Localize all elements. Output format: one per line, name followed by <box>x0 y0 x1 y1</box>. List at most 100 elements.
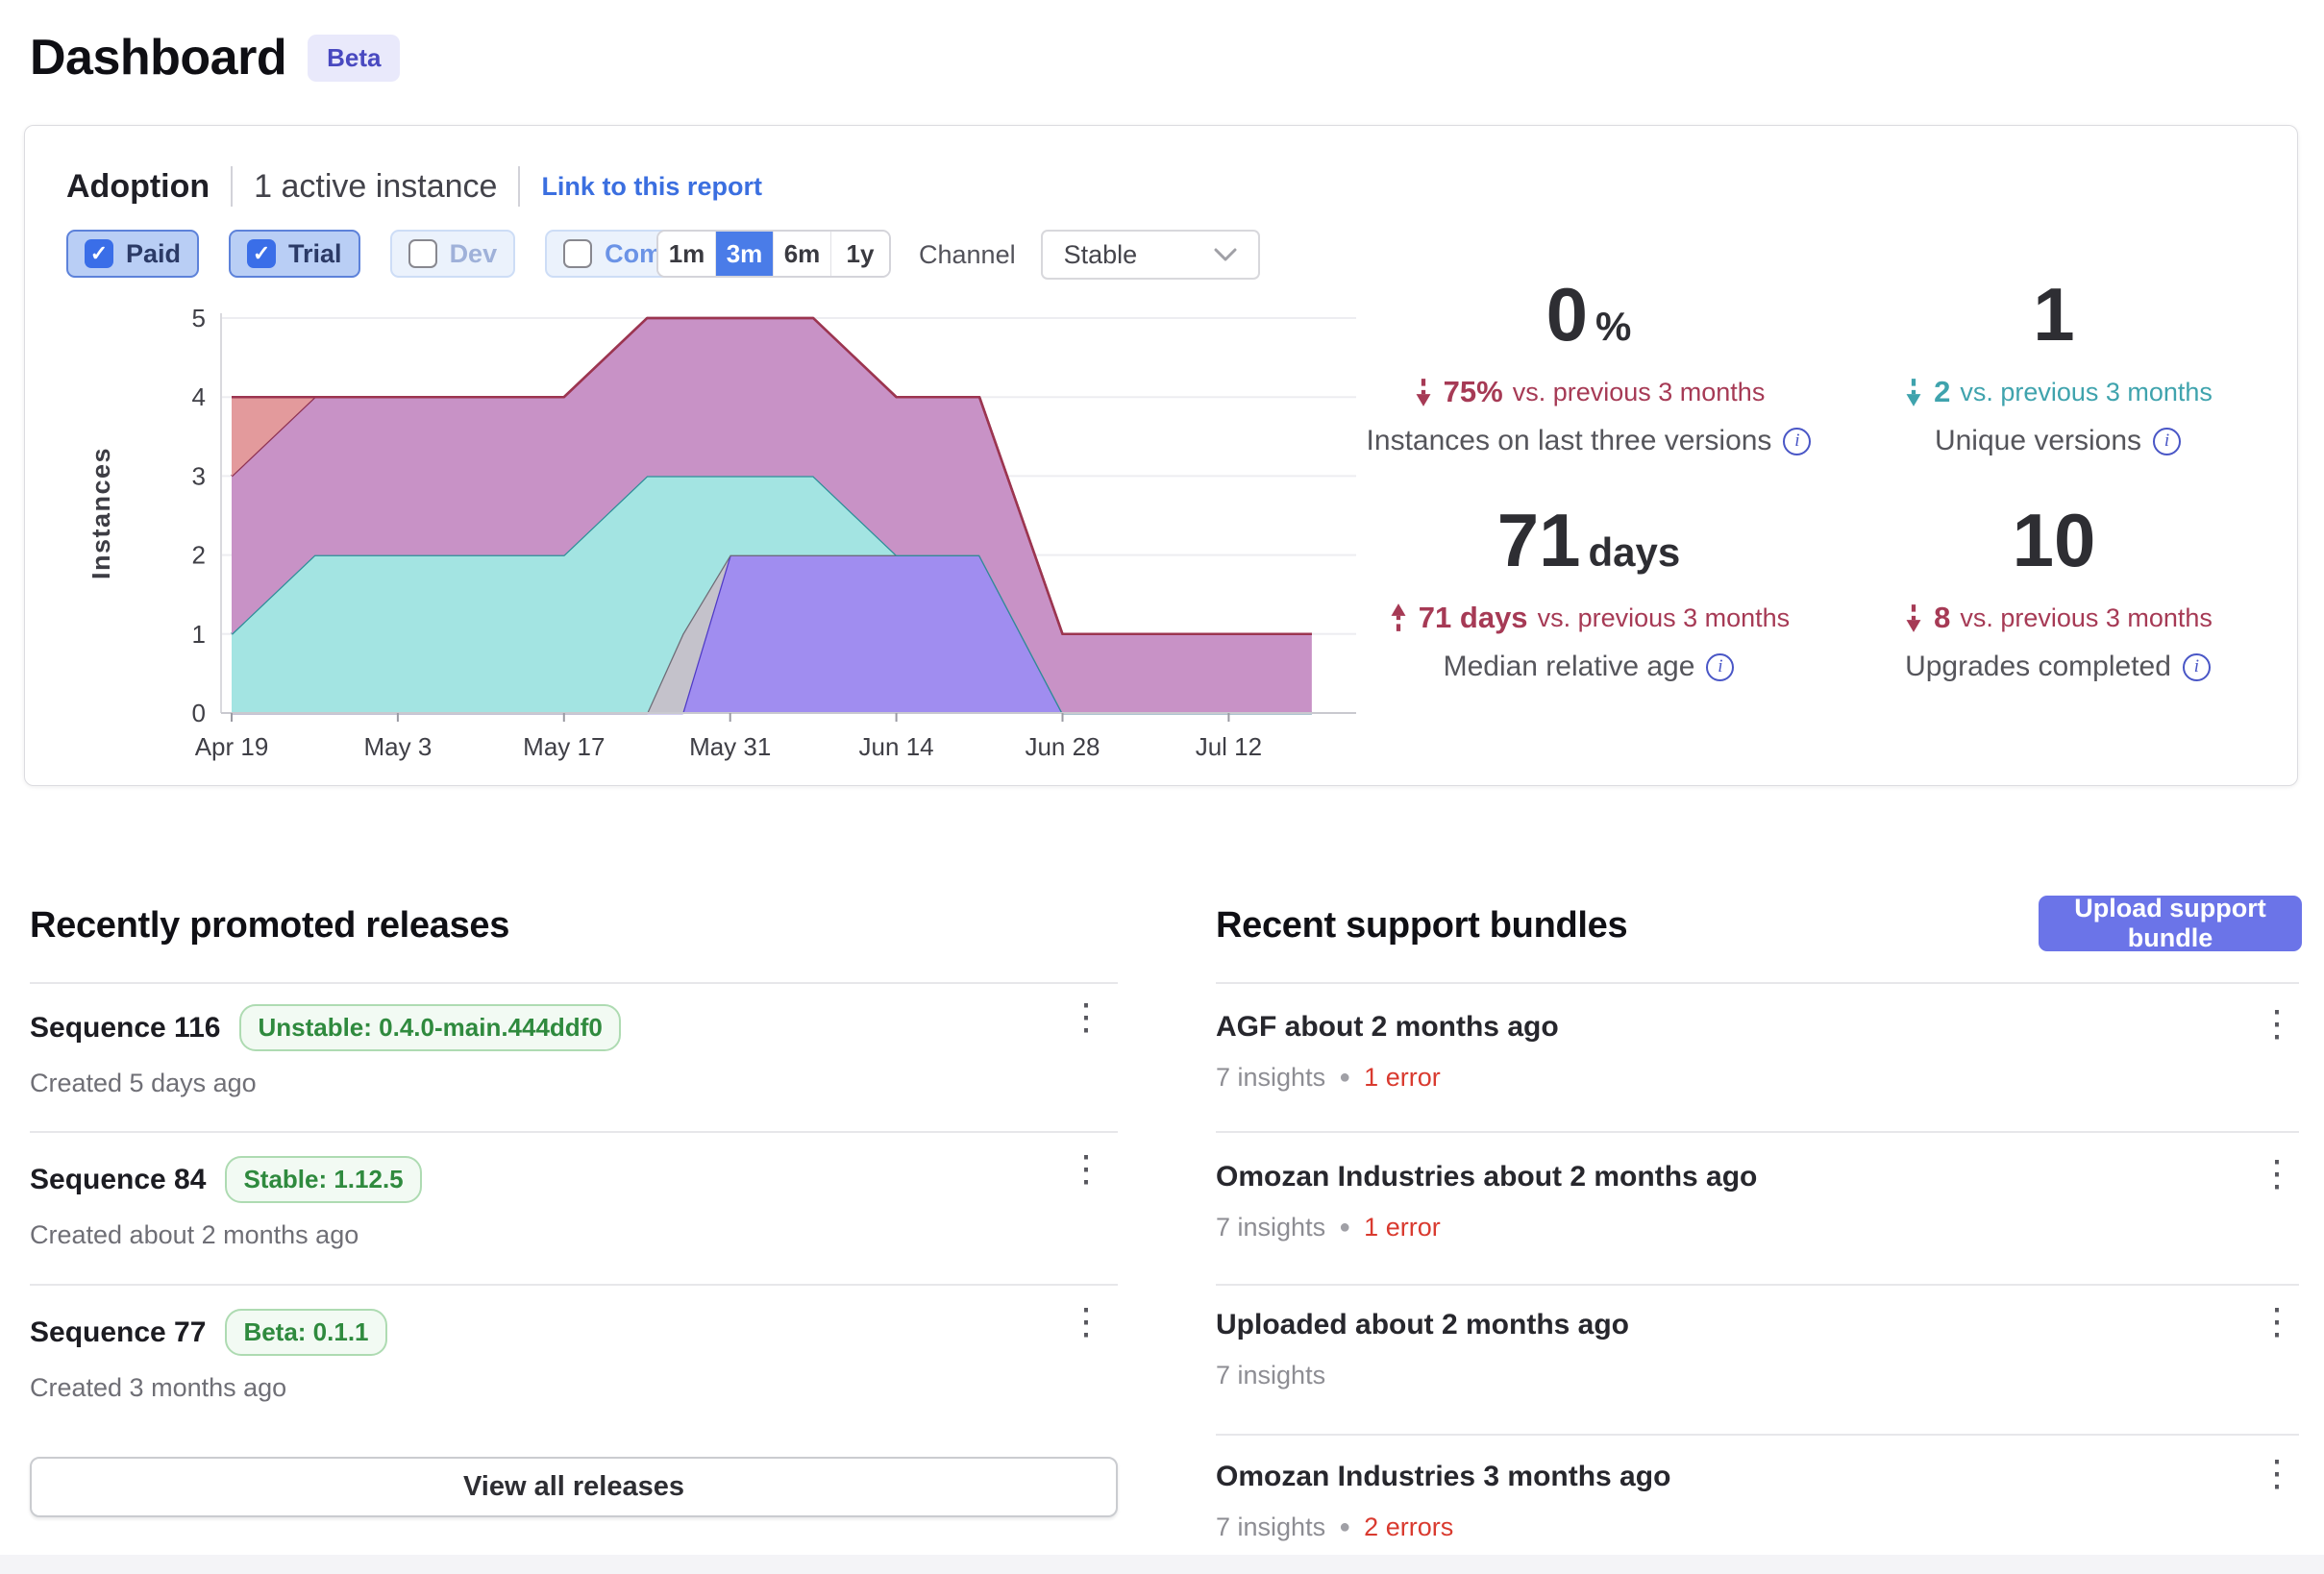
bundle-insights: 7 insights <box>1216 1213 1325 1242</box>
divider <box>30 1284 1118 1286</box>
stat-unit: % <box>1595 304 1631 350</box>
svg-text:5: 5 <box>192 304 206 332</box>
svg-text:Instances: Instances <box>92 447 115 579</box>
svg-text:May 3: May 3 <box>363 732 432 761</box>
kebab-menu-icon[interactable]: ⋮ <box>2259 1455 2295 1495</box>
svg-text:May 31: May 31 <box>689 732 771 761</box>
bundle-insights: 7 insights <box>1216 1361 1325 1390</box>
release-row-sequence-116[interactable]: Sequence 116 Unstable: 0.4.0-main.444ddf… <box>30 1004 1118 1098</box>
info-icon[interactable]: i <box>1783 428 1811 455</box>
trend-arrow-icon <box>1388 603 1409 633</box>
filter-chip-trial[interactable]: ✓ Trial <box>229 230 360 278</box>
bundles-heading: Recent support bundles <box>1216 905 1627 947</box>
trend-arrow-icon <box>1413 377 1434 407</box>
stat-value: 10 <box>2013 503 2096 578</box>
trend-arrow-icon <box>1903 603 1924 633</box>
active-instance-count: 1 active instance <box>254 168 497 206</box>
upload-support-bundle-button[interactable]: Upload support bundle <box>2039 896 2302 951</box>
stat-change-value: 8 <box>1934 601 1950 635</box>
bundle-row-uploaded[interactable]: Uploaded about 2 months ago 7 insights ⋮ <box>1216 1309 2299 1390</box>
filter-chip-paid[interactable]: ✓ Paid <box>66 230 199 278</box>
page-bottom-strip <box>0 1555 2324 1574</box>
stat-change: 2 vs. previous 3 months <box>1903 375 2213 409</box>
info-icon[interactable]: i <box>2183 653 2211 681</box>
kebab-menu-icon[interactable]: ⋮ <box>2259 1005 2295 1045</box>
filter-label: Paid <box>126 239 181 269</box>
bundle-title: Omozan Industries about 2 months ago <box>1216 1161 2299 1193</box>
svg-text:2: 2 <box>192 541 206 570</box>
channel-row: Channel Stable <box>919 230 1260 280</box>
stat-change-suffix: vs. previous 3 months <box>1960 378 2213 407</box>
stat-median-relative-age: 71 days 71 days vs. previous 3 months Me… <box>1354 491 1823 741</box>
adoption-title: Adoption <box>66 168 210 206</box>
release-channel-badge: Stable: 1.12.5 <box>225 1156 421 1203</box>
bundle-insights: 7 insights <box>1216 1063 1325 1093</box>
stat-change-suffix: vs. previous 3 months <box>1513 378 1766 407</box>
adoption-card: Adoption 1 active instance Link to this … <box>24 125 2298 786</box>
time-range-control: 1m 3m 6m 1y <box>656 230 891 278</box>
svg-text:1: 1 <box>192 620 206 649</box>
svg-text:Apr 19: Apr 19 <box>195 732 269 761</box>
release-row-sequence-77[interactable]: Sequence 77 Beta: 0.1.1 Created 3 months… <box>30 1309 1118 1403</box>
adoption-chart: Apr 19May 3May 17May 31Jun 14Jun 28Jul 1… <box>92 289 1380 775</box>
release-row-sequence-84[interactable]: Sequence 84 Stable: 1.12.5 Created about… <box>30 1156 1118 1250</box>
filter-label: Trial <box>288 239 342 269</box>
bundle-errors: 1 error <box>1364 1213 1441 1242</box>
trial-checkbox[interactable]: ✓ <box>247 239 276 268</box>
release-channel-badge: Unstable: 0.4.0-main.444ddf0 <box>239 1004 620 1051</box>
header-divider <box>518 166 520 207</box>
filter-label: Dev <box>450 239 498 269</box>
svg-text:0: 0 <box>192 699 206 727</box>
view-all-releases-button[interactable]: View all releases <box>30 1457 1118 1517</box>
range-1y[interactable]: 1y <box>831 232 889 276</box>
chevron-down-icon <box>1214 248 1237 261</box>
community-checkbox[interactable] <box>563 239 592 268</box>
dot-separator: ● <box>1339 1516 1350 1538</box>
adoption-chart-area: Apr 19May 3May 17May 31Jun 14Jun 28Jul 1… <box>92 289 1380 775</box>
header-divider <box>231 166 233 207</box>
page-title: Dashboard <box>30 29 286 86</box>
stat-label: Upgrades completed <box>1905 651 2171 683</box>
dashboard-page: Dashboard Beta Adoption 1 active instanc… <box>0 0 2324 1574</box>
stat-unit: days <box>1589 529 1681 576</box>
bundle-row-agf[interactable]: AGF about 2 months ago 7 insights ● 1 er… <box>1216 1011 2299 1093</box>
bundle-errors: 1 error <box>1364 1063 1441 1093</box>
releases-heading: Recently promoted releases <box>30 905 509 947</box>
kebab-menu-icon[interactable]: ⋮ <box>1068 998 1104 1039</box>
bundle-row-omozan-1[interactable]: Omozan Industries about 2 months ago 7 i… <box>1216 1161 2299 1242</box>
divider <box>1216 1434 2299 1436</box>
stat-label: Instances on last three versions <box>1367 425 1772 457</box>
svg-text:3: 3 <box>192 461 206 490</box>
channel-select[interactable]: Stable <box>1041 230 1260 280</box>
dev-checkbox[interactable] <box>408 239 437 268</box>
stat-change-value: 71 days <box>1419 601 1528 635</box>
bundle-errors: 2 errors <box>1364 1513 1453 1542</box>
kebab-menu-icon[interactable]: ⋮ <box>2259 1303 2295 1343</box>
trend-arrow-icon <box>1903 377 1924 407</box>
bundle-row-omozan-2[interactable]: Omozan Industries 3 months ago 7 insight… <box>1216 1461 2299 1542</box>
stat-change-suffix: vs. previous 3 months <box>1538 603 1791 633</box>
release-channel-badge: Beta: 0.1.1 <box>225 1309 386 1356</box>
link-to-report[interactable]: Link to this report <box>541 172 762 202</box>
paid-checkbox[interactable]: ✓ <box>85 239 113 268</box>
range-6m[interactable]: 6m <box>774 232 831 276</box>
kebab-menu-icon[interactable]: ⋮ <box>2259 1155 2295 1195</box>
kebab-menu-icon[interactable]: ⋮ <box>1068 1150 1104 1191</box>
info-icon[interactable]: i <box>1706 653 1734 681</box>
range-3m[interactable]: 3m <box>716 232 774 276</box>
stat-change-value: 75% <box>1444 375 1503 409</box>
channel-label: Channel <box>919 240 1016 270</box>
info-icon[interactable]: i <box>2153 428 2181 455</box>
svg-text:Jun 28: Jun 28 <box>1025 732 1100 761</box>
stat-unique-versions: 1 2 vs. previous 3 months Unique version… <box>1823 265 2292 491</box>
release-created: Created 5 days ago <box>30 1069 1118 1098</box>
bundle-insights: 7 insights <box>1216 1513 1325 1542</box>
stat-change-suffix: vs. previous 3 months <box>1960 603 2213 633</box>
range-1m[interactable]: 1m <box>658 232 716 276</box>
svg-text:4: 4 <box>192 382 206 411</box>
release-title: Sequence 116 <box>30 1012 220 1045</box>
kebab-menu-icon[interactable]: ⋮ <box>1068 1303 1104 1343</box>
stat-value: 71 <box>1497 503 1581 578</box>
stat-change-value: 2 <box>1934 375 1950 409</box>
filter-chip-dev[interactable]: Dev <box>390 230 516 278</box>
